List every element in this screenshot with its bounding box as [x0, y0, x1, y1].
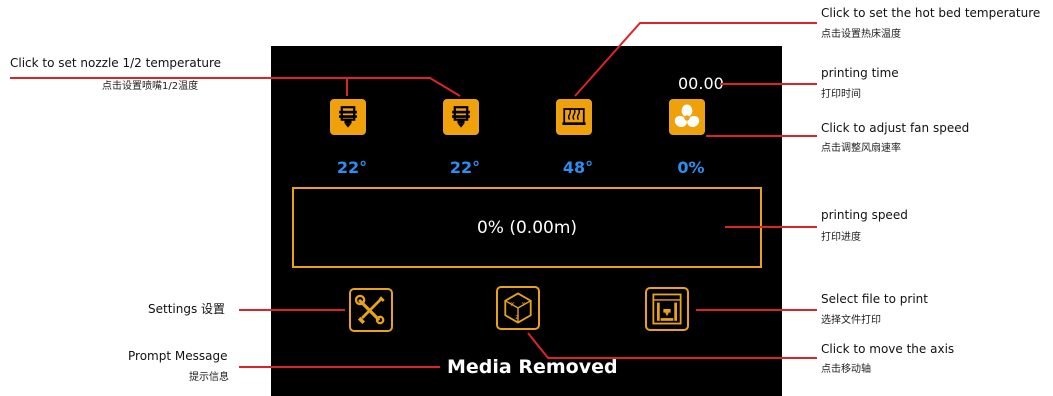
- fan-icon: [674, 104, 700, 128]
- svg-text:Y: Y: [521, 302, 526, 308]
- printer-file-icon: [652, 293, 682, 325]
- progress-text: 0% (0.00m): [476, 217, 578, 238]
- hotbed-label-cn: 点击设置热床温度: [821, 29, 901, 40]
- xyz-cube-icon: X Y Z: [504, 292, 532, 324]
- prompt-label-cn: 提示信息: [189, 372, 229, 383]
- nozzle-label-en: Click to set nozzle 1/2 temperature: [10, 56, 222, 70]
- hotbed-label-en: Click to set the hot bed temperature: [821, 6, 1041, 20]
- prompt-message: Media Removed: [447, 356, 618, 378]
- progress-panel: 0% (0.00m): [292, 187, 762, 268]
- svg-text:X: X: [511, 302, 515, 308]
- select-file-label-cn: 选择文件打印: [821, 315, 881, 326]
- nozzle-icon: [452, 106, 470, 128]
- nozzle-1-button[interactable]: [330, 99, 366, 135]
- speed-label-cn: 打印进度: [821, 232, 861, 243]
- nozzle-label-cn: 点击设置喷嘴1/2温度: [102, 81, 199, 92]
- fan-button[interactable]: [669, 99, 705, 135]
- wrench-screwdriver-icon: [354, 294, 385, 325]
- nozzle-1-temperature: 22°: [336, 158, 368, 177]
- nozzle-2-temperature: 22°: [449, 158, 481, 177]
- settings-button[interactable]: [349, 288, 393, 332]
- printing-time-value: 00.00: [678, 74, 724, 93]
- fan-speed-value: 0%: [677, 158, 705, 177]
- nozzle-icon: [339, 106, 357, 128]
- hot-bed-button[interactable]: [556, 99, 592, 135]
- printing-time-label-en: printing time: [821, 66, 899, 80]
- move-axis-label-cn: 点击移动轴: [821, 364, 871, 375]
- nozzle-2-button[interactable]: [443, 99, 479, 135]
- hot-bed-temperature: 48°: [562, 158, 594, 177]
- fan-label-en: Click to adjust fan speed: [821, 121, 970, 135]
- prompt-label-en: Prompt Message: [128, 349, 228, 363]
- hot-bed-icon: [562, 108, 586, 125]
- fan-label-cn: 点击调整风扇速率: [821, 143, 901, 154]
- select-file-label-en: Select file to print: [821, 292, 928, 306]
- svg-text:Z: Z: [515, 315, 519, 321]
- move-axis-button[interactable]: X Y Z: [496, 286, 540, 330]
- printing-time-label-cn: 打印时间: [821, 89, 861, 100]
- speed-label-en: printing speed: [821, 208, 908, 222]
- settings-label: Settings 设置: [148, 302, 226, 316]
- move-axis-label-en: Click to move the axis: [821, 342, 955, 356]
- select-file-button[interactable]: [645, 287, 689, 331]
